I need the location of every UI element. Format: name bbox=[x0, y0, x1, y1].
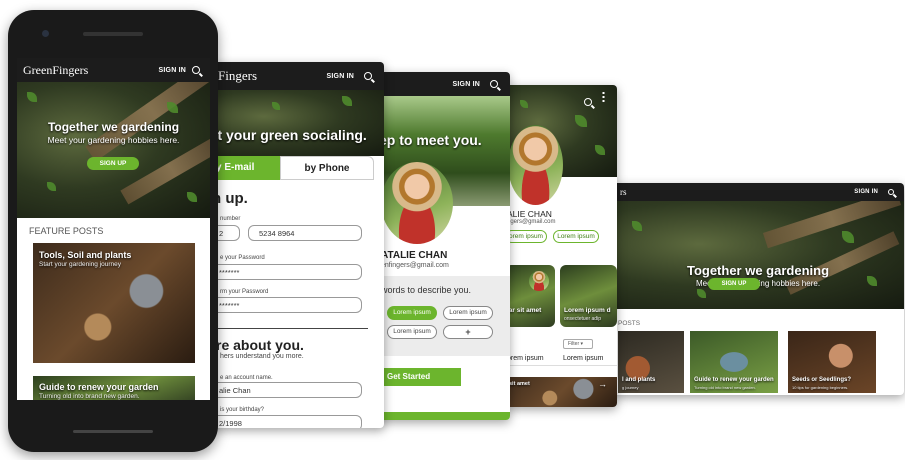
post-title: Seeds or Seedlings? bbox=[792, 377, 852, 383]
password-label: e your Password bbox=[220, 255, 265, 261]
trait-tag[interactable]: Lorem ipsum bbox=[387, 306, 437, 320]
signup-button[interactable]: SIGN UP bbox=[87, 157, 139, 170]
search-icon[interactable] bbox=[364, 72, 372, 80]
post-title: sit amet bbox=[509, 381, 530, 387]
profile-name: ALIE CHAN bbox=[507, 209, 552, 219]
search-icon[interactable] bbox=[584, 98, 592, 106]
brand-logo[interactable]: rs bbox=[620, 187, 627, 197]
section-heading: words to describe you. bbox=[381, 285, 472, 295]
avatar bbox=[381, 162, 453, 244]
birthday-label: is your birthday? bbox=[220, 407, 265, 413]
post-title: Guide to renew your garden bbox=[39, 382, 159, 392]
confirm-password-label: rm your Password bbox=[220, 289, 269, 295]
phone-label: number bbox=[220, 216, 241, 222]
get-started-button[interactable]: Get Started bbox=[379, 368, 461, 386]
birthday-field[interactable]: 2/1998 bbox=[212, 415, 362, 428]
hero-title: ep to meet you. bbox=[379, 132, 482, 148]
tab-phone[interactable]: by Phone bbox=[280, 156, 374, 180]
signin-link[interactable]: SIGN IN bbox=[854, 189, 878, 195]
post-title: Tools, Soil and plants bbox=[39, 250, 132, 260]
avatar bbox=[508, 125, 563, 205]
account-label: e an account name. bbox=[220, 375, 273, 381]
brand-logo[interactable]: GreenFingers bbox=[23, 63, 88, 78]
account-name-field[interactable]: alie Chan bbox=[212, 382, 362, 398]
arrow-right-icon[interactable]: → bbox=[598, 379, 607, 389]
onboarding-describe-screen: SIGN IN ep to meet you. ATALIE CHAN enfi… bbox=[373, 72, 510, 420]
post-subtitle: 10 tips for gardening beginners. bbox=[792, 385, 849, 390]
about-subheading: hers understand you more. bbox=[220, 353, 304, 360]
desktop-topbar: rs SIGN IN bbox=[612, 183, 904, 201]
front-camera bbox=[42, 30, 49, 37]
post-card[interactable]: Tools, Soil and plants Start your garden… bbox=[33, 243, 195, 363]
column-label: orem ipsum bbox=[507, 355, 544, 362]
signin-link[interactable]: SIGN IN bbox=[159, 67, 186, 74]
signup-screen: Fingers SIGN IN rt your green socialing.… bbox=[212, 62, 384, 428]
interest-tag[interactable]: orem ipsum bbox=[505, 230, 547, 243]
column-label: Lorem ipsum bbox=[563, 355, 604, 362]
search-icon[interactable] bbox=[888, 189, 894, 195]
post-title: Guide to renew your garden bbox=[694, 377, 774, 383]
post-subtitle: Turning old into brand new garden. bbox=[694, 385, 756, 390]
topbar: GreenFingers SIGN IN bbox=[17, 58, 210, 82]
profile-email: enfingers@gmail.com bbox=[381, 262, 449, 269]
hero-banner: rt your green socialing. bbox=[212, 90, 384, 156]
post-card[interactable]: sit amet → bbox=[505, 377, 617, 407]
about-heading: re about you. bbox=[216, 337, 304, 353]
hero-subtitle: Meet your gardening hobbies here. bbox=[47, 135, 180, 145]
topbar: SIGN IN bbox=[373, 72, 510, 96]
profile-name: ATALIE CHAN bbox=[381, 250, 448, 261]
phone-number-field[interactable]: 5234 8964 bbox=[248, 225, 362, 241]
desktop-home-screen: rs SIGN IN Together we gardening Meet yo… bbox=[612, 183, 904, 395]
topbar: Fingers SIGN IN bbox=[212, 62, 384, 90]
section-title: FEATURE POSTS bbox=[29, 226, 104, 236]
signin-link[interactable]: SIGN IN bbox=[453, 81, 480, 88]
bottom-speaker bbox=[73, 430, 153, 433]
post-card[interactable]: Lorem ipsum d onsectetuer adip bbox=[560, 265, 617, 327]
desktop-hero-banner: Together we gardening Meet your gardenin… bbox=[612, 201, 904, 309]
hero-banner: Together we gardening Meet your gardenin… bbox=[17, 82, 210, 218]
post-subtitle: Turning old into brand new garden. bbox=[39, 393, 140, 400]
filter-label: Filter bbox=[568, 341, 580, 347]
trait-tag[interactable]: Lorem ipsum bbox=[443, 306, 493, 320]
profile-screen: ALIE CHAN ngers@gmail.com orem ipsum Lor… bbox=[505, 85, 617, 407]
signup-button[interactable]: SIGN UP bbox=[708, 278, 760, 290]
post-card[interactable]: Guide to renew your garden Turning old i… bbox=[33, 376, 195, 400]
post-card[interactable]: l and plants g journey bbox=[618, 331, 684, 393]
tab-email[interactable]: y E-mail bbox=[212, 156, 280, 180]
post-subtitle: Start your gardening journey bbox=[39, 261, 122, 268]
post-title: lar sit amet bbox=[507, 307, 542, 314]
earpiece bbox=[83, 32, 143, 36]
trait-tag[interactable]: Lorem ipsum bbox=[387, 325, 437, 339]
search-icon[interactable] bbox=[192, 66, 200, 74]
post-card[interactable]: lar sit amet bbox=[505, 265, 555, 327]
profile-email: ngers@gmail.com bbox=[507, 219, 556, 225]
kebab-menu-icon[interactable] bbox=[602, 91, 605, 103]
signin-link[interactable]: SIGN IN bbox=[327, 73, 354, 80]
section-title: POSTS bbox=[618, 320, 641, 327]
chevron-down-icon: ▾ bbox=[580, 341, 584, 347]
password-field[interactable]: ******* bbox=[212, 264, 362, 280]
post-card[interactable]: Guide to renew your garden Turning old i… bbox=[690, 331, 778, 393]
hero-title: Together we gardening bbox=[686, 263, 830, 278]
hero-title: rt your green socialing. bbox=[212, 127, 367, 143]
home-screen: GreenFingers SIGN IN Together we gardeni… bbox=[17, 58, 210, 400]
post-subtitle: onsectetuer adip bbox=[564, 316, 601, 322]
search-icon[interactable] bbox=[490, 80, 498, 88]
post-title: Lorem ipsum d bbox=[564, 307, 611, 314]
confirm-password-field[interactable]: ******* bbox=[212, 297, 362, 313]
post-card[interactable]: Seeds or Seedlings? 10 tips for gardenin… bbox=[788, 331, 876, 393]
post-subtitle: g journey bbox=[622, 385, 639, 390]
interest-tag[interactable]: Lorem ipsum bbox=[553, 230, 599, 243]
hero-title: Together we gardening bbox=[47, 120, 180, 134]
filter-dropdown[interactable]: Filter ▾ bbox=[563, 339, 593, 349]
post-title: l and plants bbox=[622, 377, 656, 383]
add-trait-button[interactable]: + bbox=[443, 325, 493, 339]
brand-logo[interactable]: Fingers bbox=[218, 68, 257, 84]
